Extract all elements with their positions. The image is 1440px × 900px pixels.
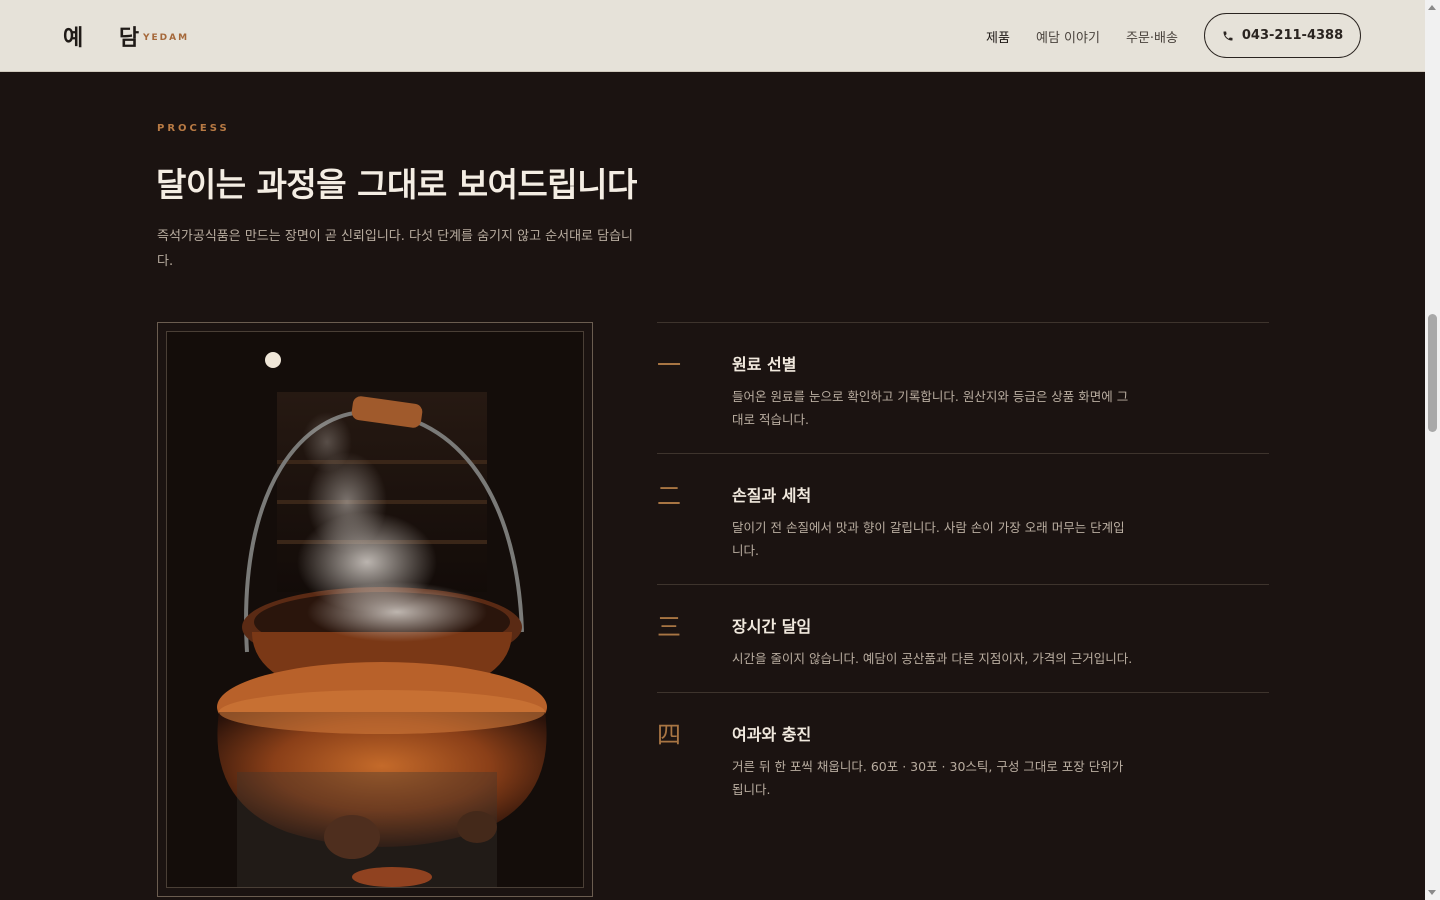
step-number: 三 xyxy=(657,613,681,641)
step-number: 一 xyxy=(657,351,681,379)
step-text: 달이기 전 손질에서 맛과 향이 갈립니다. 사람 손이 가장 오래 머무는 단… xyxy=(732,520,1125,558)
steaming-pot-image xyxy=(167,332,583,887)
nav-products[interactable]: 제품 xyxy=(986,27,1010,46)
section-title: 달이는 과정을 그대로 보여드립니다 xyxy=(156,165,637,204)
step-title: 손질과 세척 xyxy=(732,486,812,505)
process-step: 一 원료 선별 들어온 원료를 눈으로 확인하고 기록합니다. 원산지와 등급은… xyxy=(657,322,1269,453)
process-photo-frame xyxy=(157,322,593,897)
process-step: 三 장시간 달임 시간을 줄이지 않습니다. 예담이 공산품과 다른 지점이자,… xyxy=(657,584,1269,692)
logo-subtitle: YEDAM xyxy=(143,33,190,43)
scroll-down-arrow[interactable] xyxy=(1428,890,1436,895)
scroll-up-arrow[interactable] xyxy=(1428,5,1436,10)
step-text: 거른 뒤 한 포씩 채웁니다. 60포 · 30포 · 30스틱, 구성 그대로… xyxy=(732,759,1124,797)
site-header: 예 담 YEDAM 제품 예담 이야기 주문·배송 043-211-4388 xyxy=(0,0,1425,72)
step-number: 二 xyxy=(657,482,681,510)
step-text: 들어온 원료를 눈으로 확인하고 기록합니다. 원산지와 등급은 상품 화면에 … xyxy=(732,389,1129,427)
step-title: 원료 선별 xyxy=(732,355,797,374)
step-number: 四 xyxy=(657,721,681,749)
phone-icon xyxy=(1223,31,1233,40)
phone-call-button[interactable]: 043-211-4388 xyxy=(1204,13,1361,58)
section-eyebrow: PROCESS xyxy=(157,123,230,134)
logo[interactable]: 예 담 xyxy=(63,20,153,52)
nav-story[interactable]: 예담 이야기 xyxy=(1036,27,1100,46)
process-step: 二 손질과 세척 달이기 전 손질에서 맛과 향이 갈립니다. 사람 손이 가장… xyxy=(657,453,1269,584)
scroll-thumb[interactable] xyxy=(1428,314,1437,432)
step-title: 장시간 달임 xyxy=(732,617,812,636)
process-steps-list: 一 원료 선별 들어온 원료를 눈으로 확인하고 기록합니다. 원산지와 등급은… xyxy=(657,322,1269,822)
process-photo xyxy=(166,331,584,888)
page-scrollbar[interactable] xyxy=(1425,0,1440,900)
section-description: 즉석가공식품은 만드는 장면이 곧 신뢰입니다. 다섯 단계를 숨기지 않고 순… xyxy=(157,229,634,269)
step-text: 시간을 줄이지 않습니다. 예담이 공산품과 다른 지점이자, 가격의 근거입니… xyxy=(732,651,1133,666)
step-title: 여과와 충진 xyxy=(732,725,812,744)
nav-order-shipping[interactable]: 주문·배송 xyxy=(1126,27,1178,46)
process-step: 四 여과와 충진 거른 뒤 한 포씩 채웁니다. 60포 · 30포 · 30스… xyxy=(657,692,1269,822)
phone-number: 043-211-4388 xyxy=(1241,28,1344,43)
